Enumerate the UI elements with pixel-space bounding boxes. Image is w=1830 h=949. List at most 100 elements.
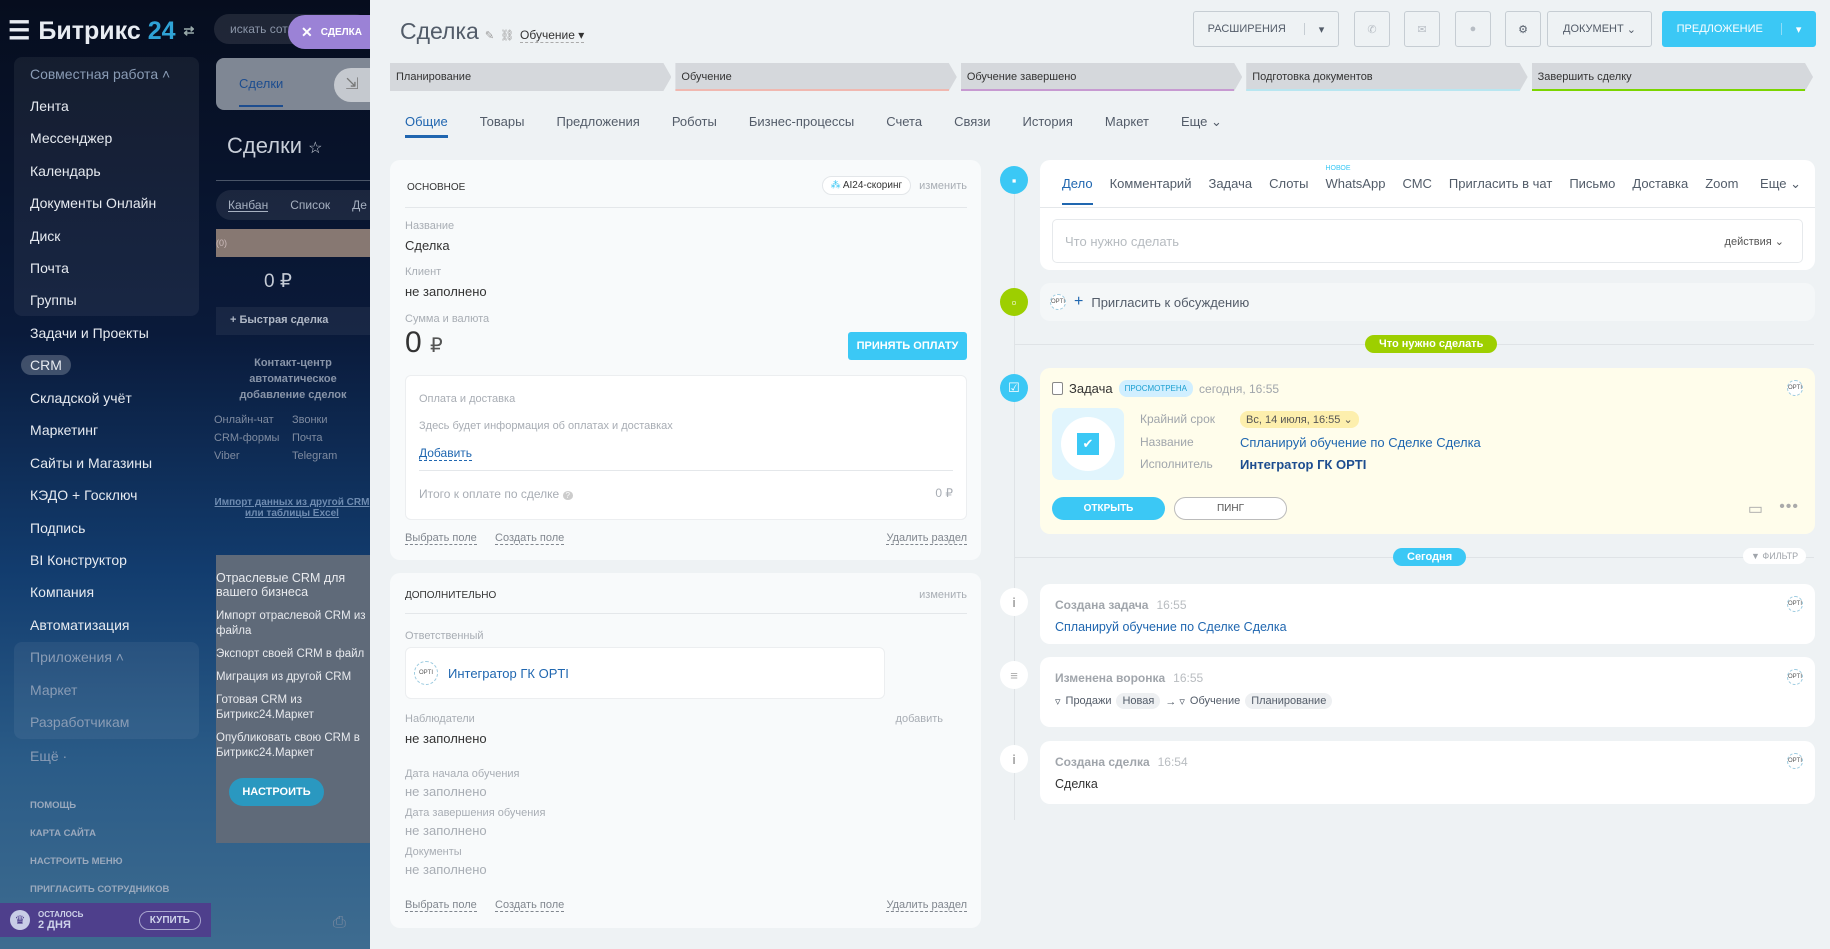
select-field-link[interactable]: Выбрать поле: [405, 532, 477, 545]
note-icon[interactable]: ▭: [1748, 499, 1763, 519]
field-value[interactable]: не заполнено: [405, 784, 487, 799]
sidebar-item[interactable]: Почта: [30, 260, 69, 276]
sidebar-link[interactable]: карта сайта: [30, 828, 96, 839]
tab[interactable]: Предложения: [556, 114, 639, 138]
sidebar-item[interactable]: Лента: [30, 98, 69, 114]
sidebar-item[interactable]: Группы: [30, 292, 77, 308]
executor-link[interactable]: Интегратор ГК OPTI: [1240, 457, 1366, 472]
channel[interactable]: Telegram: [292, 450, 370, 462]
link-icon[interactable]: ⛓: [500, 29, 514, 42]
sidebar-item[interactable]: Подпись: [30, 520, 85, 536]
sidebar-item[interactable]: Календарь: [30, 163, 101, 179]
buy-button[interactable]: КУПИТЬ: [138, 910, 201, 930]
stage-2[interactable]: Обучение завершено: [961, 63, 1242, 91]
sidebar-item[interactable]: Автоматизация: [30, 617, 129, 633]
collapse-icon[interactable]: ⇲: [334, 68, 370, 102]
view-other[interactable]: Де: [352, 198, 367, 212]
sidebar-item[interactable]: Складской учёт: [30, 390, 132, 406]
ai-scoring-button[interactable]: ⁂ AI24-скоринг: [821, 176, 912, 195]
responsible-field[interactable]: OPTI Интегратор ГК OPTI: [405, 647, 885, 699]
tab[interactable]: Общие: [405, 114, 448, 138]
sidebar-item[interactable]: Разработчикам: [30, 714, 129, 730]
close-icon[interactable]: ✕: [301, 24, 313, 41]
tab[interactable]: История: [1023, 114, 1073, 138]
logo[interactable]: ☰ Битрикс 24 ⇄: [8, 16, 194, 46]
actions-dropdown[interactable]: действия ⌄: [1725, 235, 1784, 248]
tab[interactable]: Товары: [480, 114, 525, 138]
sidebar-more[interactable]: Ещё ·: [30, 748, 67, 764]
select-field-link[interactable]: Выбрать поле: [405, 899, 477, 912]
stage-3[interactable]: Подготовка документов: [1246, 63, 1527, 91]
todo-input[interactable]: Что нужно сделать действия ⌄: [1052, 219, 1803, 263]
category-select[interactable]: Обучение ▾: [520, 28, 585, 43]
sidebar-item[interactable]: Задачи и Проекты: [30, 325, 149, 341]
delete-section-link[interactable]: Удалить раздел: [886, 532, 967, 545]
add-payment-link[interactable]: Добавить: [419, 446, 473, 461]
channel[interactable]: CRM-формы: [214, 432, 292, 444]
invite-discussion[interactable]: OPTI + Пригласить к обсуждению: [1040, 283, 1815, 321]
extensions-button[interactable]: РАСШИРЕНИЯ ▾: [1193, 11, 1339, 47]
chat-icon[interactable]: ●: [1455, 11, 1491, 47]
timeline-tab[interactable]: СМС: [1402, 176, 1431, 205]
channel[interactable]: Звонки: [292, 414, 370, 426]
sidebar-link[interactable]: помощь: [30, 800, 76, 811]
printer-icon[interactable]: ⎙: [333, 914, 346, 932]
mail-icon[interactable]: ✉: [1404, 11, 1440, 47]
sidebar-item[interactable]: Документы Онлайн: [30, 195, 156, 211]
promo-item[interactable]: Миграция из другой CRM: [216, 670, 370, 685]
create-field-link[interactable]: Создать поле: [495, 899, 565, 912]
event-link[interactable]: Спланируй обучение по Сделке Сделка: [1055, 620, 1287, 634]
crm-tab-deals[interactable]: Сделки: [239, 76, 284, 107]
timeline-tab[interactable]: Письмо: [1569, 176, 1615, 205]
offer-button[interactable]: ПРЕДЛОЖЕНИЕ ▾: [1662, 11, 1816, 47]
sidebar-item[interactable]: Маркет: [30, 682, 77, 698]
sidebar-group-collab[interactable]: Совместная работа ˄: [30, 66, 170, 82]
edit-link[interactable]: изменить: [919, 180, 967, 192]
timeline-tab[interactable]: Задача: [1208, 176, 1252, 205]
sum-value[interactable]: 0 ₽: [405, 326, 443, 360]
view-list[interactable]: Список: [290, 198, 330, 212]
sidebar-item[interactable]: Компания: [30, 584, 94, 600]
field-value[interactable]: не заполнено: [405, 823, 487, 838]
timeline-tab[interactable]: Еще ⌄: [1760, 176, 1801, 205]
tab[interactable]: Еще ⌄: [1181, 114, 1222, 138]
field-value[interactable]: не заполнено: [405, 862, 487, 877]
sidebar-item[interactable]: КЭДО + Госключ: [30, 487, 137, 503]
deal-chip[interactable]: ✕ СДЕЛКА: [288, 15, 370, 49]
promo-item[interactable]: Экспорт своей CRM в файл: [216, 647, 370, 662]
tab[interactable]: Счета: [886, 114, 922, 138]
stage-4[interactable]: Завершить сделку: [1532, 63, 1813, 91]
deal-name[interactable]: Сделка: [405, 238, 450, 253]
promo-item[interactable]: Опубликовать свою CRM в Битрикс24.Маркет: [216, 731, 370, 761]
delete-section-link[interactable]: Удалить раздел: [886, 899, 967, 912]
sidebar-item[interactable]: BI Конструктор: [30, 552, 127, 568]
create-field-link[interactable]: Создать поле: [495, 532, 565, 545]
menu-icon[interactable]: ☰: [8, 16, 30, 46]
promo-item[interactable]: Импорт отраслевой CRM из файла: [216, 609, 370, 639]
more-icon[interactable]: •••: [1779, 498, 1799, 516]
task-checkbox[interactable]: [1052, 382, 1063, 395]
timeline-tab[interactable]: Слоты: [1269, 176, 1308, 205]
timeline-tab[interactable]: Дело: [1062, 176, 1093, 205]
channel[interactable]: Онлайн-чат: [214, 414, 292, 426]
edit-link[interactable]: изменить: [919, 589, 967, 601]
gear-icon[interactable]: ⚙: [1505, 11, 1541, 47]
phone-icon[interactable]: ✆: [1354, 11, 1390, 47]
tab[interactable]: Бизнес-процессы: [749, 114, 854, 138]
stage-0[interactable]: Планирование: [390, 63, 671, 91]
configure-button[interactable]: НАСТРОИТЬ: [229, 778, 324, 806]
edit-icon[interactable]: ✎: [485, 29, 494, 42]
client-value[interactable]: не заполнено: [405, 284, 487, 299]
promo-item[interactable]: Готовая CRM из Битрикс24.Маркет: [216, 693, 370, 723]
ping-button[interactable]: ПИНГ: [1174, 497, 1287, 520]
channel[interactable]: Почта: [292, 432, 370, 444]
import-link[interactable]: Импорт данных из другой CRM или таблицы E…: [214, 497, 370, 519]
sidebar-group-apps[interactable]: Приложения ˄: [30, 649, 124, 665]
timeline-tab[interactable]: Комментарий: [1110, 176, 1192, 205]
tab[interactable]: Роботы: [672, 114, 717, 138]
stage-1[interactable]: Обучение: [675, 63, 956, 91]
channel[interactable]: Viber: [214, 450, 292, 462]
accept-payment-button[interactable]: ПРИНЯТЬ ОПЛАТУ: [848, 332, 967, 360]
open-button[interactable]: ОТКРЫТЬ: [1052, 497, 1165, 520]
timeline-tab[interactable]: Zoom: [1705, 176, 1738, 205]
